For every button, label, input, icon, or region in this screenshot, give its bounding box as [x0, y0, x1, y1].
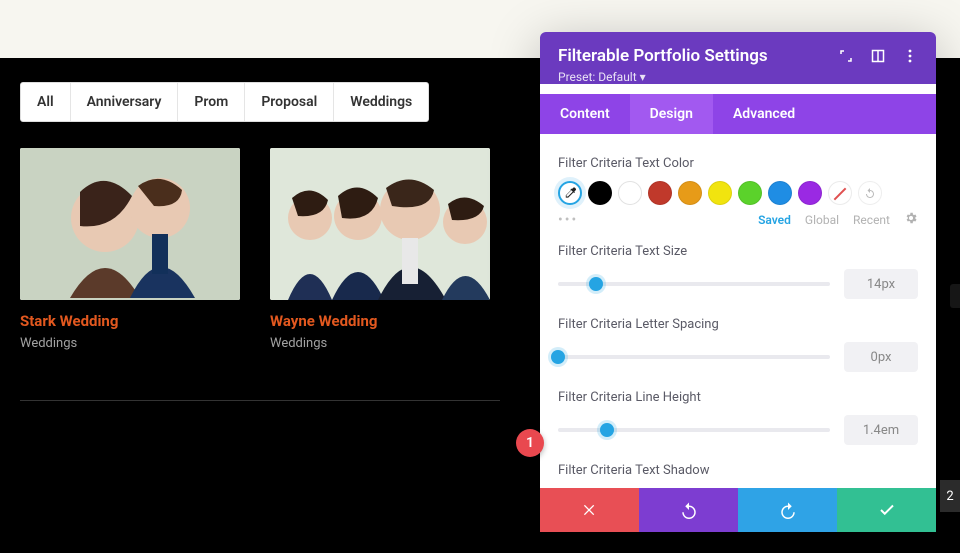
portfolio-filter-tabs: All Anniversary Prom Proposal Weddings — [20, 82, 429, 122]
filter-tab-anniversary[interactable]: Anniversary — [71, 83, 179, 121]
card-thumbnail — [20, 148, 240, 300]
panel-tab-content[interactable]: Content — [540, 94, 630, 134]
portfolio-card[interactable]: Wayne Wedding Weddings — [270, 148, 490, 351]
side-count: 2 — [940, 480, 960, 512]
card-title: Wayne Wedding — [270, 312, 490, 330]
size-section-label: Filter Criteria Text Size — [558, 244, 918, 259]
panel-tab-advanced[interactable]: Advanced — [713, 94, 815, 134]
color-swatch[interactable] — [588, 181, 612, 205]
eyedropper-icon — [563, 186, 577, 200]
color-swatch[interactable] — [798, 181, 822, 205]
no-color-swatch[interactable] — [828, 181, 852, 205]
expand-icon[interactable] — [838, 48, 854, 64]
eyedropper-swatch[interactable] — [558, 181, 582, 205]
card-thumbnail — [270, 148, 490, 300]
cancel-button[interactable] — [540, 488, 639, 532]
panel-header: Filterable Portfolio Settings Preset: De… — [540, 32, 936, 84]
card-category: Weddings — [20, 336, 240, 351]
color-swatch[interactable] — [768, 181, 792, 205]
more-dots-icon[interactable]: ••• — [558, 212, 578, 228]
kebab-menu-icon[interactable] — [902, 48, 918, 64]
portfolio-card[interactable]: Stark Wedding Weddings — [20, 148, 240, 351]
panel-actions — [540, 488, 936, 532]
panel-tab-design[interactable]: Design — [630, 94, 713, 134]
layout-icon[interactable] — [870, 48, 886, 64]
spacing-section-label: Filter Criteria Letter Spacing — [558, 317, 918, 332]
reset-color-icon[interactable] — [858, 181, 882, 205]
filter-tab-proposal[interactable]: Proposal — [245, 83, 334, 121]
color-filter-saved[interactable]: Saved — [758, 213, 791, 227]
panel-body: Filter Criteria Text Color ••• Saved Glo… — [540, 134, 936, 488]
divider — [20, 400, 500, 401]
letter-spacing-slider[interactable] — [558, 355, 830, 359]
panel-preset[interactable]: Preset: Default ▾ — [558, 70, 918, 84]
redo-button[interactable] — [738, 488, 837, 532]
filter-tab-all[interactable]: All — [21, 83, 71, 121]
shadow-section-label: Filter Criteria Text Shadow — [558, 463, 918, 478]
filter-tab-weddings[interactable]: Weddings — [334, 83, 428, 121]
card-title: Stark Wedding — [20, 312, 240, 330]
text-size-slider[interactable] — [558, 282, 830, 286]
line-height-value[interactable]: 1.4em — [844, 415, 918, 445]
color-swatches — [558, 181, 918, 205]
undo-button[interactable] — [639, 488, 738, 532]
color-swatch[interactable] — [648, 181, 672, 205]
color-filter-global[interactable]: Global — [805, 213, 839, 227]
card-category: Weddings — [270, 336, 490, 351]
side-nub[interactable] — [950, 284, 960, 308]
color-section-label: Filter Criteria Text Color — [558, 156, 918, 171]
check-icon — [878, 501, 896, 519]
panel-tabs: Content Design Advanced — [540, 94, 936, 134]
chevron-down-icon: ▾ — [640, 70, 646, 84]
letter-spacing-value[interactable]: 0px — [844, 342, 918, 372]
color-filter-recent[interactable]: Recent — [853, 213, 890, 227]
wedding-photo-icon — [20, 148, 240, 300]
color-swatch[interactable] — [738, 181, 762, 205]
close-icon — [582, 502, 598, 518]
line-height-slider[interactable] — [558, 428, 830, 432]
step-badge: 1 — [516, 429, 544, 457]
panel-title: Filterable Portfolio Settings — [558, 46, 768, 66]
redo-icon — [779, 501, 797, 519]
lineheight-section-label: Filter Criteria Line Height — [558, 390, 918, 405]
undo-icon — [680, 501, 698, 519]
color-swatch[interactable] — [708, 181, 732, 205]
color-swatch[interactable] — [678, 181, 702, 205]
gear-icon[interactable] — [904, 211, 918, 228]
filter-tab-prom[interactable]: Prom — [178, 83, 245, 121]
color-swatch[interactable] — [618, 181, 642, 205]
text-size-value[interactable]: 14px — [844, 269, 918, 299]
settings-panel: Filterable Portfolio Settings Preset: De… — [540, 32, 936, 532]
save-button[interactable] — [837, 488, 936, 532]
portfolio-cards: Stark Wedding Weddings Wayne Wedding — [20, 148, 490, 351]
wedding-group-photo-icon — [270, 148, 490, 300]
